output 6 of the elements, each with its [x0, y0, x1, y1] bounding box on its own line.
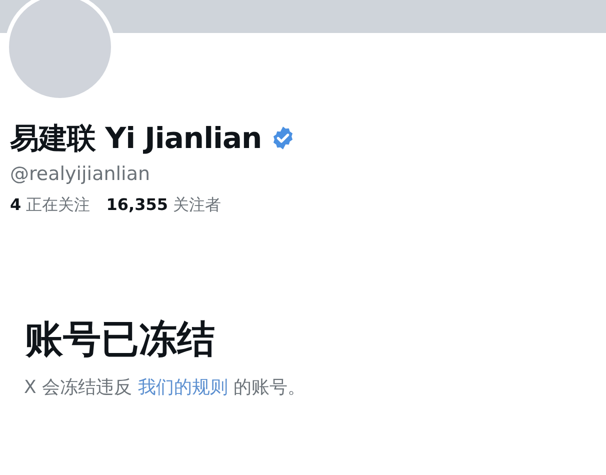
stat-link[interactable]: 4 正在关注: [10, 194, 90, 216]
notice-text: X 会冻结违反 我们的规则 的账号。: [23, 376, 307, 400]
profile-name: 易建联 Yi Jianlian: [10, 120, 262, 156]
stat-link[interactable]: 16,355 关注者: [106, 194, 222, 216]
notice-title: 账号已冻结: [24, 316, 216, 362]
profile-handle: @realyijianlian: [10, 162, 152, 186]
